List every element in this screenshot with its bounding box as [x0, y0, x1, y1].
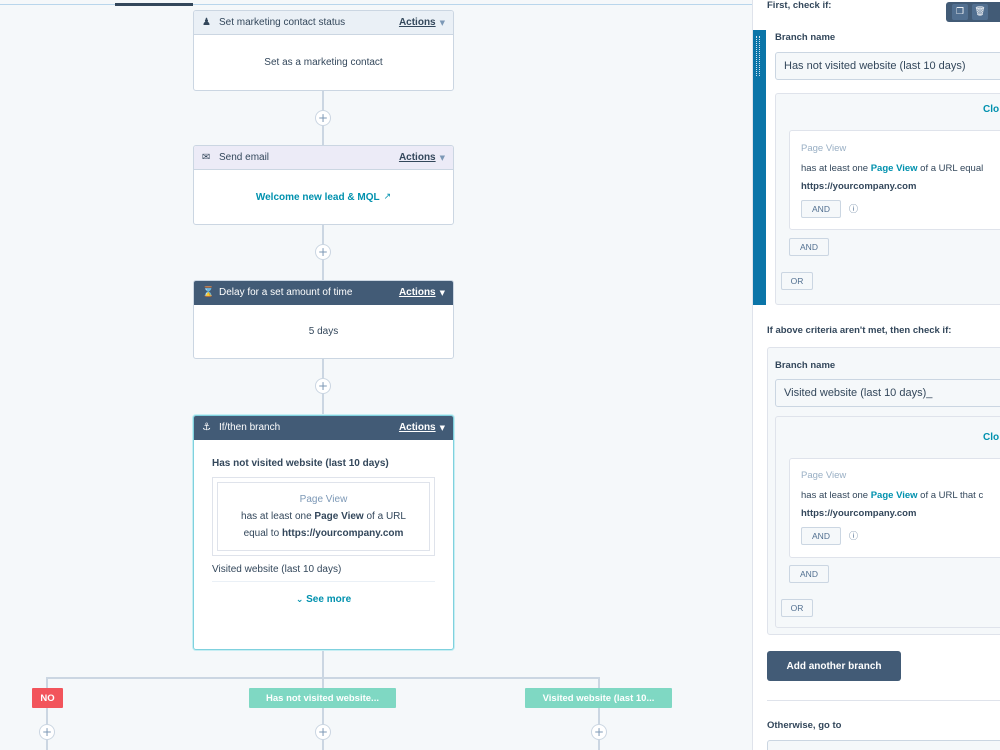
card-header: ⚓ If/then branch Actions ▼ [194, 416, 453, 440]
chevron-down-icon: ▼ [439, 153, 445, 162]
card-title: Send email [219, 152, 270, 163]
active-tab-indicator [115, 3, 193, 6]
hourglass-icon: ⌛ [202, 287, 215, 298]
filter-text: Page View [314, 511, 364, 522]
info-icon[interactable]: ⓘ [849, 529, 858, 542]
copy-icon[interactable]: ❐ [952, 4, 968, 20]
and-button[interactable]: AND [789, 238, 829, 256]
branch-tag-no[interactable]: NO [32, 688, 63, 708]
actions-dropdown[interactable]: Actions [399, 287, 436, 298]
actions-dropdown[interactable]: Actions [399, 17, 436, 28]
delay-card[interactable]: ⌛ Delay for a set amount of time Actions… [193, 280, 454, 359]
add-action-button[interactable]: + [39, 724, 55, 740]
filter-text: of a URL equal [917, 163, 984, 174]
filter-text: of a URL that c [917, 490, 984, 501]
workflow-canvas: + + + + + + ♟ Set marketing contact stat… [0, 0, 752, 750]
divider [767, 700, 1000, 701]
drag-handle-icon[interactable] [756, 36, 760, 76]
actions-dropdown[interactable]: Actions [399, 422, 436, 433]
filter-summary: Page View has at least one Page View of … [217, 482, 430, 551]
see-more-label: See more [306, 594, 352, 605]
clone-link[interactable]: Clo [983, 104, 999, 115]
divider [212, 581, 435, 582]
first-check-label: First, check if: [767, 0, 832, 11]
card-header: ⌛ Delay for a set amount of time Actions… [194, 281, 453, 305]
card-title: Delay for a set amount of time [219, 287, 353, 298]
set-marketing-status-card[interactable]: ♟ Set marketing contact status Actions ▼… [193, 10, 454, 91]
info-icon[interactable]: ⓘ [849, 202, 858, 215]
filter-text: of a URL [363, 511, 406, 522]
actions-dropdown[interactable]: Actions [399, 152, 436, 163]
or-button[interactable]: OR [781, 599, 813, 617]
external-link-icon[interactable]: ↗ [384, 192, 392, 202]
card-body: Welcome new lead & MQL ↗ [194, 170, 453, 224]
otherwise-select[interactable] [767, 740, 1000, 750]
filter-box: Page View has at least one Page View of … [212, 477, 435, 556]
branch-name-input[interactable]: Visited website (last 10 days)_ [775, 379, 1000, 407]
filter-title: Page View [801, 143, 847, 154]
card-header: ✉ Send email Actions ▼ [194, 146, 453, 170]
and-button[interactable]: AND [801, 200, 841, 218]
chevron-down-icon: ▼ [439, 423, 445, 432]
filter-line: has at least one Page View of a URL equa… [801, 163, 983, 174]
otherwise-label: Otherwise, go to [767, 720, 842, 731]
add-action-button[interactable]: + [591, 724, 607, 740]
filter-title: Page View [299, 494, 348, 505]
branch-tag-visited[interactable]: Visited website (last 10... [525, 688, 672, 708]
add-action-button[interactable]: + [315, 110, 331, 126]
person-icon: ♟ [202, 17, 211, 28]
branch-name-input[interactable]: Has not visited website (last 10 days) [775, 52, 1000, 80]
branch-name: Visited website (last 10 days) [212, 564, 342, 575]
filter-title: Page View [801, 470, 847, 481]
card-title: Set marketing contact status [219, 17, 346, 28]
chevron-down-icon: ⌄ [295, 595, 304, 605]
filter-property-link[interactable]: Page View [871, 490, 918, 501]
connector [322, 650, 324, 678]
filter-text: has at least one [801, 490, 871, 501]
send-email-card[interactable]: ✉ Send email Actions ▼ Welcome new lead … [193, 145, 454, 225]
see-more-button[interactable]: ⌄ See more [194, 594, 453, 605]
and-button[interactable]: AND [801, 527, 841, 545]
branch-settings-panel: First, check if: ❐ 🗑 Branch name Has not… [752, 0, 1000, 750]
add-action-button[interactable]: + [315, 244, 331, 260]
trash-icon[interactable]: 🗑 [972, 4, 988, 20]
clone-link[interactable]: Clo [983, 432, 999, 443]
add-action-button[interactable]: + [315, 378, 331, 394]
filter-property-link[interactable]: Page View [871, 163, 918, 174]
if-then-branch-card[interactable]: ⚓ If/then branch Actions ▼ Has not visit… [193, 415, 454, 650]
card-header: ♟ Set marketing contact status Actions ▼ [194, 11, 453, 35]
card-body: 5 days [308, 326, 339, 337]
branch-name: Has not visited website (last 10 days) [212, 458, 389, 469]
filter-text: has at least one [241, 511, 315, 522]
and-button[interactable]: AND [789, 565, 829, 583]
card-title: If/then branch [219, 422, 281, 433]
else-check-label: If above criteria aren't met, then check… [767, 325, 952, 336]
filter-line: has at least one Page View of a URL that… [801, 490, 983, 501]
chevron-down-icon: ▼ [439, 18, 445, 27]
filter-text: has at least one [801, 163, 871, 174]
email-link[interactable]: Welcome new lead & MQL [256, 192, 380, 203]
branch-name-label: Branch name [775, 32, 836, 43]
branch-icon: ⚓ [202, 422, 211, 433]
filter-line: has at least one Page View of a URL [226, 508, 421, 525]
or-button[interactable]: OR [781, 272, 813, 290]
add-action-button[interactable]: + [315, 724, 331, 740]
filter-url: https://yourcompany.com [801, 508, 917, 519]
filter-url: https://yourcompany.com [281, 528, 404, 539]
filter-text: equal to [243, 528, 282, 539]
filter-line: equal to https://yourcompany.com [226, 525, 421, 542]
add-another-branch-button[interactable]: Add another branch [767, 651, 901, 681]
filter-url: https://yourcompany.com [801, 181, 917, 192]
branch-name-label: Branch name [775, 360, 836, 371]
top-divider [0, 4, 752, 5]
card-body: Set as a marketing contact [264, 57, 383, 68]
chevron-down-icon: ▼ [439, 288, 445, 297]
email-icon: ✉ [202, 152, 211, 163]
branch-tag-has-not-visited[interactable]: Has not visited website... [249, 688, 396, 708]
branch-toolbar: ❐ 🗑 [946, 2, 1000, 22]
